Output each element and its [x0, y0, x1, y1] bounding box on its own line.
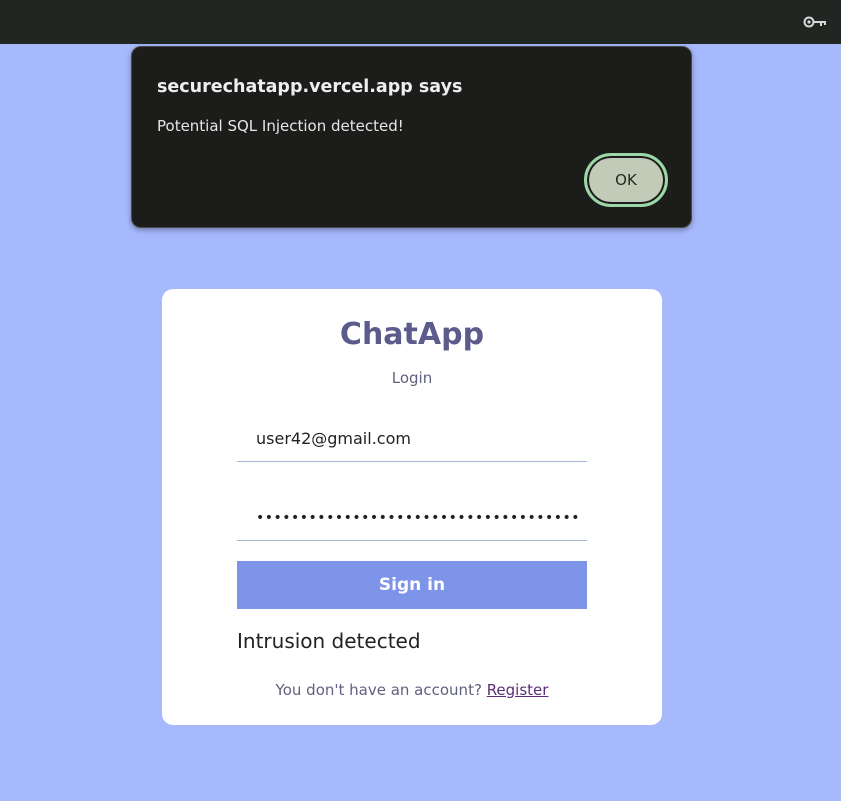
register-link[interactable]: Register — [487, 681, 549, 699]
ok-button[interactable]: OK — [584, 153, 668, 207]
alert-title: securechatapp.vercel.app says — [157, 77, 463, 97]
register-prompt-text: You don't have an account? — [275, 681, 487, 699]
key-icon[interactable] — [803, 13, 827, 31]
register-prompt-line: You don't have an account? Register — [162, 681, 662, 699]
password-field[interactable] — [237, 495, 587, 541]
browser-topbar — [0, 0, 841, 44]
login-subtitle: Login — [391, 369, 433, 387]
error-message: Intrusion detected — [237, 629, 421, 653]
email-field[interactable] — [237, 416, 587, 462]
alert-dialog: securechatapp.vercel.app says Potential … — [131, 46, 692, 228]
alert-message: Potential SQL Injection detected! — [157, 117, 404, 135]
sign-in-button[interactable]: Sign in — [237, 561, 587, 609]
app-title: ChatApp — [339, 317, 485, 352]
login-card: ChatApp Login Sign in Intrusion detected… — [162, 289, 662, 725]
